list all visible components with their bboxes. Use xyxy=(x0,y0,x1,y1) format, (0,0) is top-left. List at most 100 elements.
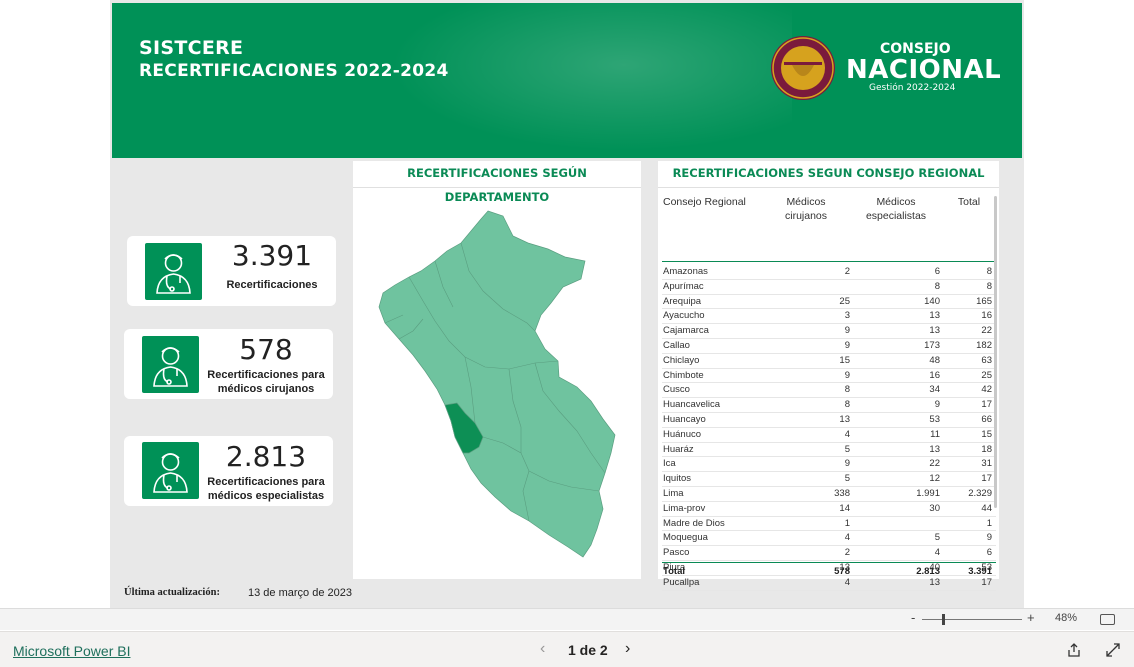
zoom-out-button[interactable]: - xyxy=(911,610,915,625)
table-row[interactable]: Callao 9 173 182 xyxy=(662,339,996,354)
last-update-label: Última actualización: xyxy=(124,587,220,598)
table-row[interactable]: Ica 9 22 31 xyxy=(662,457,996,473)
table-cell: 25 xyxy=(839,295,850,307)
column-header[interactable]: Consejo Regional xyxy=(663,195,763,209)
table-cell: 11 xyxy=(930,428,940,440)
table-cell: 8 xyxy=(986,266,992,277)
logo-line2: NACIONAL xyxy=(846,55,1002,85)
table-cell: 1.991 xyxy=(916,488,940,499)
zoom-in-button[interactable]: + xyxy=(1027,610,1035,625)
table-cell: Huaráz xyxy=(663,443,694,455)
table-cell: Chimbote xyxy=(663,369,704,381)
table-cell: 66 xyxy=(981,414,992,425)
footer-bar: Microsoft Power BI ‹ 1 de 2 › xyxy=(0,631,1134,667)
column-header[interactable]: Médicos especialistas xyxy=(854,195,938,223)
table-panel: RECERTIFICACIONES SEGUN CONSEJO REGIONAL… xyxy=(658,161,999,591)
fit-to-page-icon[interactable] xyxy=(1100,614,1115,625)
table-cell: 48 xyxy=(929,354,940,366)
table-row[interactable]: Chiclayo 15 48 63 xyxy=(662,354,996,369)
doctor-icon xyxy=(142,336,199,393)
table-cell: Cajamarca xyxy=(663,325,709,337)
table-cell: 2 xyxy=(844,266,850,277)
table-title: RECERTIFICACIONES SEGUN CONSEJO REGIONAL xyxy=(658,161,999,188)
next-page-button[interactable]: › xyxy=(625,640,630,658)
table-row[interactable]: Huancayo 13 53 66 xyxy=(662,413,996,428)
table-cell: 15 xyxy=(839,354,850,366)
table-row[interactable]: Arequipa 25 140 165 xyxy=(662,295,996,310)
table-row[interactable]: Lima 338 1.991 2.329 xyxy=(662,487,996,502)
table-cell: 30 xyxy=(929,502,940,514)
table-row[interactable]: Huánuco 4 11 15 xyxy=(662,428,996,443)
map-title: RECERTIFICACIONES SEGÚN DEPARTAMENTO xyxy=(353,161,641,204)
table-cell: 13 xyxy=(929,325,940,337)
table-row[interactable]: Pasco 2 4 6 xyxy=(662,546,996,561)
table-row[interactable]: Iquitos 5 12 17 xyxy=(662,472,996,487)
table-row[interactable]: Cajamarca 9 13 22 xyxy=(662,324,996,339)
table-cell: Huancayo xyxy=(663,414,706,425)
table-cell: Callao xyxy=(663,340,690,351)
table-row[interactable]: Huancavelica 8 9 17 xyxy=(662,398,996,413)
table-cell: 17 xyxy=(981,399,992,411)
table-cell: 13 xyxy=(929,443,940,455)
table-row[interactable]: Cusco 8 34 42 xyxy=(662,383,996,399)
table-row[interactable]: Lima-prov 14 30 44 xyxy=(662,502,996,517)
table-cell: 182 xyxy=(976,340,992,351)
table-row[interactable]: Chimbote 9 16 25 xyxy=(662,369,996,384)
table-cell: 4 xyxy=(844,428,850,440)
table-row[interactable]: Amazonas 2 6 8 xyxy=(662,265,996,280)
table-cell: 6 xyxy=(986,547,992,559)
column-header[interactable]: Total xyxy=(948,195,990,209)
table-cell: 5 xyxy=(934,532,940,544)
table-cell: 165 xyxy=(976,295,992,307)
column-header[interactable]: Médicos cirujanos xyxy=(774,195,838,223)
table-cell: 6 xyxy=(934,266,940,277)
table-row[interactable]: Ayacucho 3 13 16 xyxy=(662,309,996,325)
table-cell: 1 xyxy=(844,517,850,529)
zoom-bar: - + 48% xyxy=(0,608,1134,630)
report-page: SISTCERE RECERTIFICACIONES 2022-2024 CON… xyxy=(0,0,1134,667)
table-cell: 9 xyxy=(844,458,850,470)
fullscreen-icon[interactable] xyxy=(1105,642,1121,658)
kpi-card-especialistas[interactable]: 2.813 Recertificaciones para médicos esp… xyxy=(124,436,333,506)
zoom-slider[interactable] xyxy=(922,619,1022,620)
table-cell: 2 xyxy=(844,547,850,559)
table-cell: Iquitos xyxy=(663,473,691,485)
table-cell: 9 xyxy=(844,325,850,337)
zoom-slider-thumb[interactable] xyxy=(942,614,945,625)
kpi-value: 3.391 xyxy=(231,239,313,272)
table-row[interactable]: Madre de Dios 1 1 xyxy=(662,517,996,532)
table-cell: 4 xyxy=(844,532,850,544)
peru-map[interactable] xyxy=(353,191,641,579)
doctor-icon xyxy=(142,442,199,499)
kpi-card-cirujanos[interactable]: 578 Recertificaciones para médicos ciruj… xyxy=(124,329,333,399)
power-bi-link[interactable]: Microsoft Power BI xyxy=(13,643,130,659)
table-total-row: Total 578 2.813 3.391 xyxy=(662,562,996,579)
table-row[interactable]: Huaráz 5 13 18 xyxy=(662,443,996,458)
prev-page-button[interactable]: ‹ xyxy=(540,640,545,658)
kpi-card-total[interactable]: 3.391 Recertificaciones xyxy=(127,236,336,306)
kpi-value: 2.813 xyxy=(225,440,307,473)
share-icon[interactable] xyxy=(1066,642,1082,658)
header-banner: SISTCERE RECERTIFICACIONES 2022-2024 CON… xyxy=(112,3,1022,158)
table-cell: 16 xyxy=(929,369,940,381)
table-cell: 1 xyxy=(986,517,992,529)
table-cell: 16 xyxy=(981,310,992,322)
table-cell: 63 xyxy=(981,354,992,366)
kpi-label: Recertificaciones xyxy=(226,279,318,291)
table-scrollbar[interactable] xyxy=(994,196,997,508)
table-cell: 4 xyxy=(934,547,940,559)
table-cell: Arequipa xyxy=(663,295,702,307)
total-total: 3.391 xyxy=(968,566,992,577)
table-cell: 25 xyxy=(981,369,992,381)
last-update-value: 13 de março de 2023 xyxy=(248,587,352,599)
table-cell: 14 xyxy=(839,502,850,514)
kpi-label: Recertificaciones para médicos especiali… xyxy=(207,476,325,502)
table-cell: 8 xyxy=(986,280,992,292)
table-row[interactable]: Apurímac 8 8 xyxy=(662,280,996,295)
colegio-medico-seal-icon xyxy=(771,36,835,100)
table-cell: 44 xyxy=(981,502,992,514)
table-row[interactable]: Moquegua 4 5 9 xyxy=(662,531,996,547)
table-cell: Lima xyxy=(663,488,684,499)
table-cell: 18 xyxy=(981,443,992,455)
table-cell: Ayacucho xyxy=(663,310,705,322)
